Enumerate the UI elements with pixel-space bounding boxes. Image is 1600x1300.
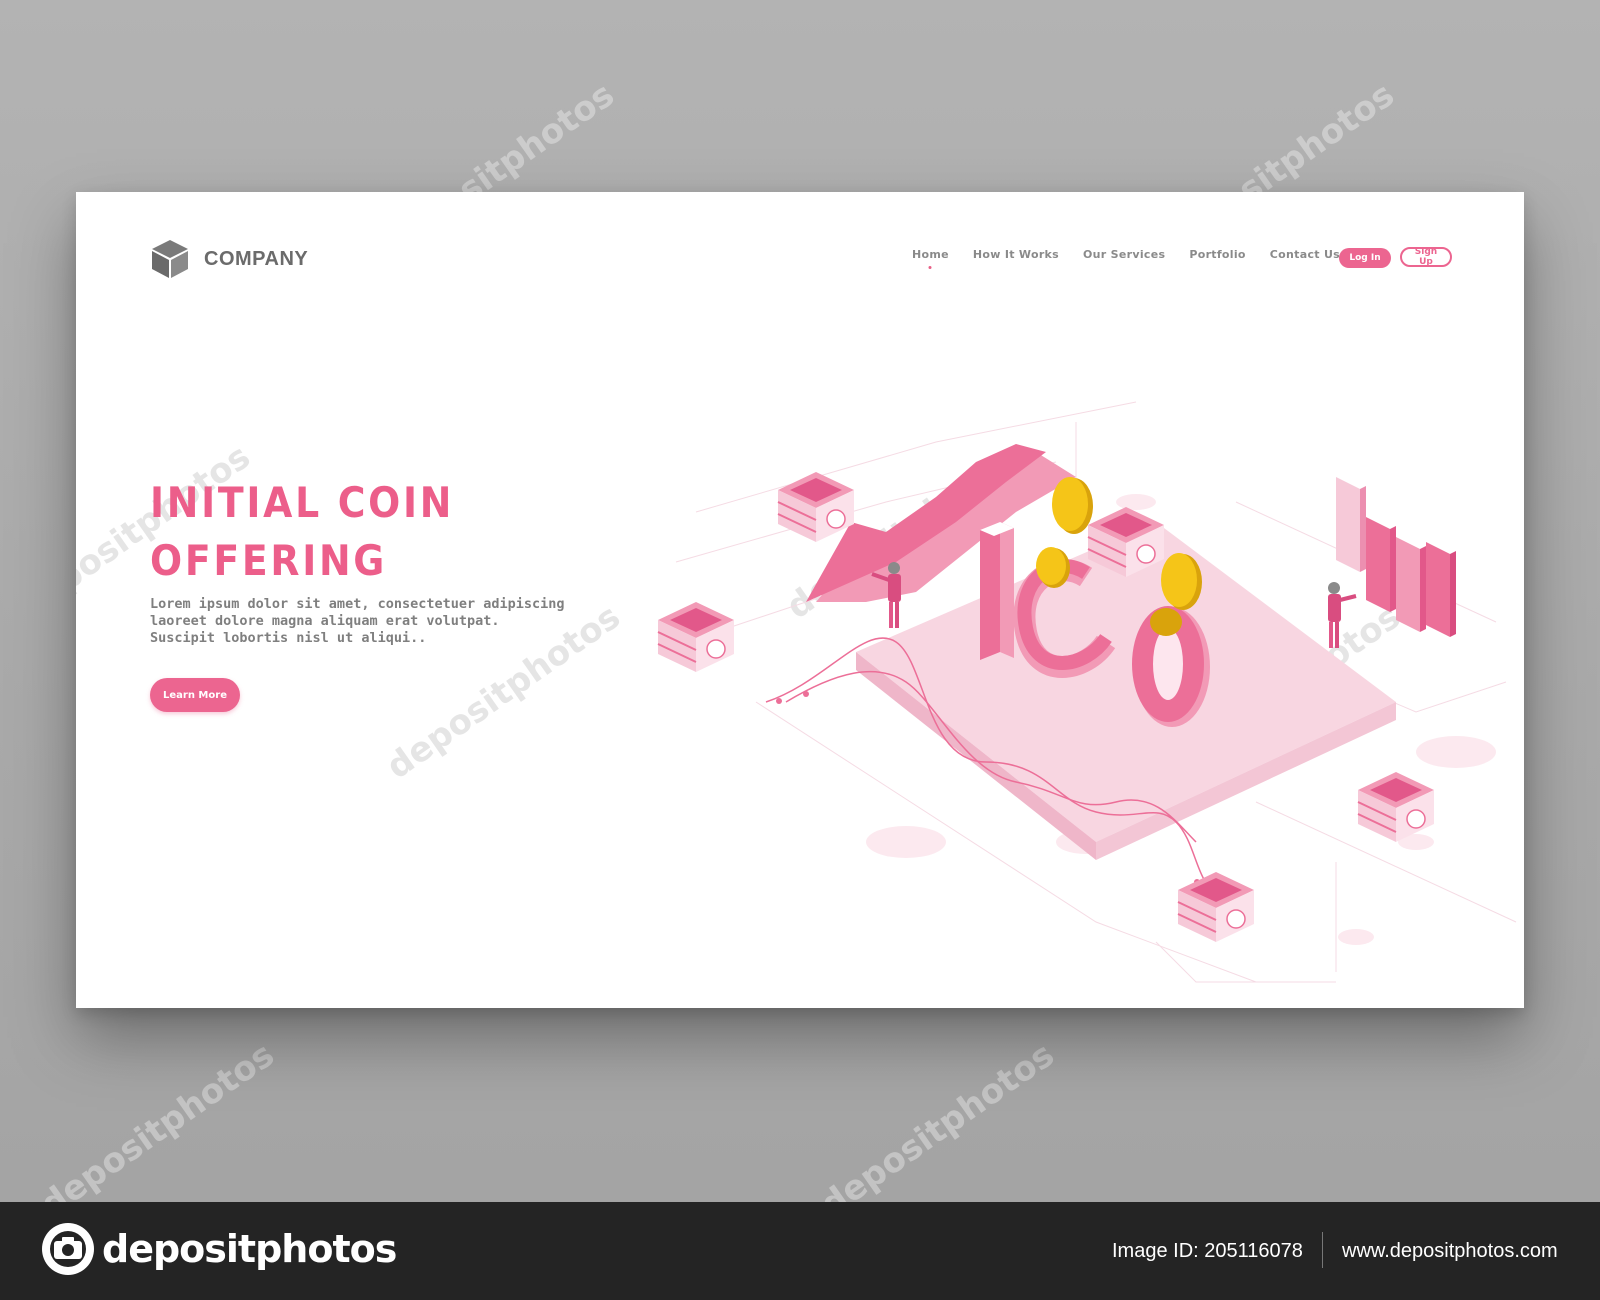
camera-icon xyxy=(42,1223,94,1275)
image-id-label: Image ID: 205116078 xyxy=(1112,1240,1303,1262)
depositphotos-logo: depositphotos xyxy=(40,1221,397,1277)
hero-description-line: Lorem ipsum dolor sit amet, consectetuer… xyxy=(150,596,565,612)
landing-page-card: depositphotos depositphotos depositphoto… xyxy=(76,192,1524,1008)
footer-divider xyxy=(1322,1232,1323,1268)
watermark-footer: depositphotos Image ID: 205116078 www.de… xyxy=(0,1202,1600,1300)
nav-portfolio[interactable]: Portfolio xyxy=(1189,248,1245,261)
server-stack-icon xyxy=(1357,772,1434,842)
hero-title-line: INITIAL COIN xyxy=(150,478,455,527)
server-stack-icon xyxy=(657,602,734,672)
hero-description-line: Suscipit lobortis nisl ut aliqui.. xyxy=(150,630,427,646)
login-button[interactable]: Log In xyxy=(1339,248,1391,268)
server-stack-icon xyxy=(1177,872,1254,942)
hero-description: Lorem ipsum dolor sit amet, consectetuer… xyxy=(150,596,610,647)
bar-chart-graphic xyxy=(1336,477,1456,637)
hero-title-line: OFFERING xyxy=(150,536,388,585)
hero-title: INITIAL COIN OFFERING xyxy=(150,474,570,590)
person-figure xyxy=(1328,582,1357,648)
company-logo[interactable]: COMPANY xyxy=(150,238,308,280)
company-name: COMPANY xyxy=(204,247,309,270)
site-url: www.depositphotos.com xyxy=(1342,1240,1558,1262)
watermark-text: depositphotos xyxy=(813,1034,1062,1226)
cube-icon xyxy=(152,240,188,278)
nav-contact-us[interactable]: Contact Us xyxy=(1270,248,1340,261)
nav-home[interactable]: Home xyxy=(912,248,949,261)
depositphotos-wordmark: depositphotos xyxy=(102,1227,397,1271)
main-nav: Home How It Works Our Services Portfolio… xyxy=(912,248,1364,261)
watermark-text: depositphotos xyxy=(33,1034,282,1226)
ico-illustration xyxy=(657,401,1517,983)
signup-button[interactable]: Sign Up xyxy=(1400,247,1452,267)
nav-our-services[interactable]: Our Services xyxy=(1083,248,1165,261)
server-stack-icon xyxy=(777,472,854,542)
learn-more-button[interactable]: Learn More xyxy=(150,678,240,712)
hero-description-line: laoreet dolore magna aliquam erat volutp… xyxy=(150,613,500,629)
nav-how-it-works[interactable]: How It Works xyxy=(973,248,1059,261)
